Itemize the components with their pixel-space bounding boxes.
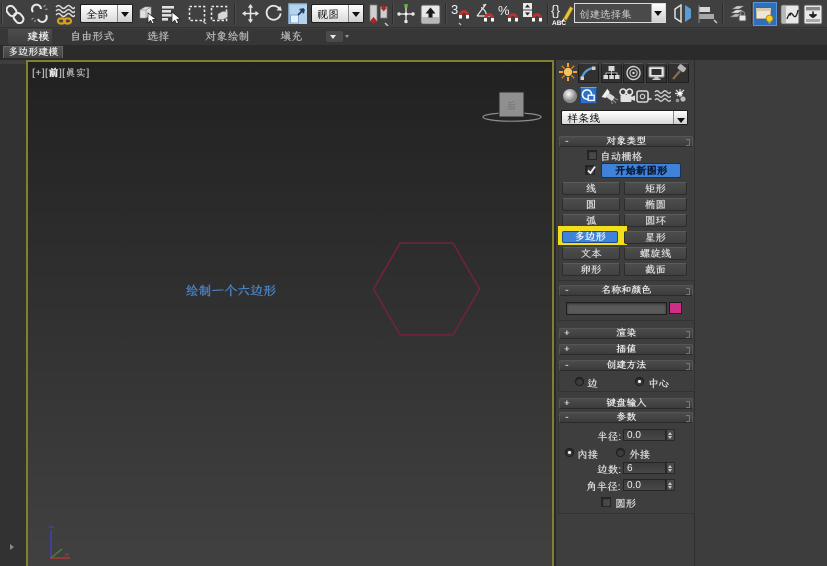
svg-text:后: 后 xyxy=(507,99,517,112)
svg-text:ABC: ABC xyxy=(552,20,566,26)
svg-text:%: % xyxy=(498,3,510,18)
svg-text:{}: {} xyxy=(551,3,561,18)
svg-text:3: 3 xyxy=(451,2,458,17)
